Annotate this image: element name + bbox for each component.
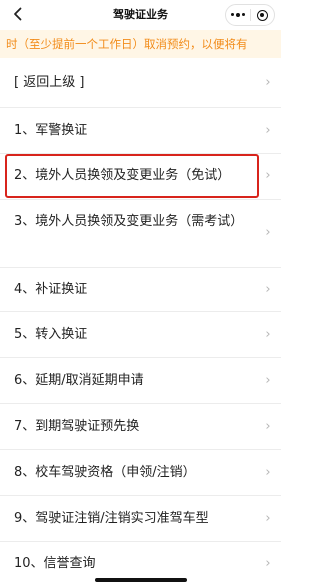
menu-item-replacement[interactable]: 4、补证换证 › [0, 268, 281, 312]
home-indicator [95, 578, 187, 582]
menu-item-label: 9、驾驶证注销/注销实习准驾车型 [14, 511, 209, 526]
menu-item-label: 1、军警换证 [14, 123, 88, 138]
menu-item-label: 3、境外人员换领及变更业务（需考试） [14, 214, 244, 229]
chevron-right-icon: › [265, 327, 271, 342]
chevron-right-icon: › [265, 373, 271, 388]
mini-program-capsule [225, 4, 275, 26]
notice-text: 时（至少提前一个工作日）取消预约，以便将有 [6, 37, 248, 51]
menu-item-label: 6、延期/取消延期申请 [14, 373, 144, 388]
menu-item-label: 5、转入换证 [14, 327, 88, 342]
navigation-bar: 驾驶证业务 [0, 0, 281, 30]
menu-item-military-police-exchange[interactable]: 1、军警换证 › [0, 108, 281, 154]
menu-item-early-renewal[interactable]: 7、到期驾驶证预先换 › [0, 404, 281, 450]
chevron-right-icon: › [265, 282, 271, 297]
menu-item-label: 2、境外人员换领及变更业务（免试） [14, 168, 231, 183]
menu-item-foreigner-exempt[interactable]: 2、境外人员换领及变更业务（免试） › [0, 154, 281, 200]
menu-item-label: [ 返回上级 ] [14, 75, 85, 90]
more-button[interactable] [226, 5, 250, 25]
chevron-right-icon: › [265, 419, 271, 434]
menu-item-back-to-parent[interactable]: [ 返回上级 ] › [0, 58, 281, 108]
chevron-right-icon: › [265, 168, 271, 183]
menu-item-school-bus-qualification[interactable]: 8、校车驾驶资格（申领/注销） › [0, 450, 281, 496]
chevron-right-icon: › [265, 123, 271, 138]
menu-item-label: 10、信誉查询 [14, 556, 96, 571]
more-dots-icon [230, 12, 245, 17]
menu-item-label: 8、校车驾驶资格（申领/注销） [14, 465, 196, 480]
menu-item-foreigner-exam-required[interactable]: 3、境外人员换领及变更业务（需考试） › [0, 200, 281, 268]
menu-item-transfer-in[interactable]: 5、转入换证 › [0, 312, 281, 358]
mini-program-close-icon [256, 9, 268, 21]
chevron-right-icon: › [265, 556, 271, 571]
menu-item-license-cancellation[interactable]: 9、驾驶证注销/注销实习准驾车型 › [0, 496, 281, 542]
menu-item-label: 7、到期驾驶证预先换 [14, 419, 140, 434]
chevron-right-icon: › [265, 75, 271, 90]
chevron-right-icon: › [265, 511, 271, 526]
notice-bar: 时（至少提前一个工作日）取消预约，以便将有 [0, 30, 281, 58]
close-button[interactable] [251, 5, 275, 25]
menu-item-extension[interactable]: 6、延期/取消延期申请 › [0, 358, 281, 404]
chevron-right-icon: › [265, 465, 271, 480]
menu-item-label: 4、补证换证 [14, 282, 88, 297]
chevron-right-icon: › [265, 225, 271, 240]
